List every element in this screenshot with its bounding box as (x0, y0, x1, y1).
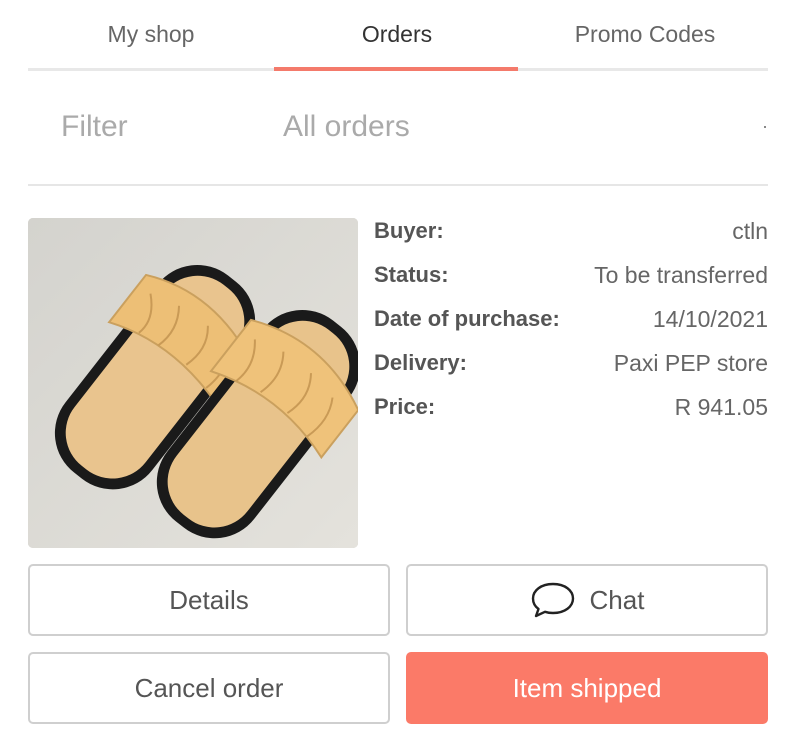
details-button-label: Details (169, 584, 249, 615)
tab-orders[interactable]: Orders (274, 0, 520, 68)
delivery-value: Paxi PEP store (613, 350, 768, 376)
details-button[interactable]: Details (28, 564, 390, 636)
chat-button-label: Chat (589, 584, 645, 615)
sandals-photo-icon (28, 218, 358, 548)
filter-dropdown[interactable]: All orders (283, 110, 410, 144)
cancel-order-button[interactable]: Cancel order (28, 652, 390, 724)
tab-my-shop[interactable]: My shop (28, 0, 274, 68)
tab-promo-codes[interactable]: Promo Codes (522, 0, 768, 68)
status-value: To be transferred (594, 262, 768, 288)
date-value: 14/10/2021 (652, 306, 768, 332)
item-shipped-label: Item shipped (512, 672, 662, 703)
info-row-delivery: Delivery: Paxi PEP store (374, 350, 768, 394)
price-label: Price: (374, 394, 436, 419)
delivery-label: Delivery: (374, 350, 467, 375)
product-image[interactable] (28, 218, 358, 548)
buyer-label: Buyer: (374, 218, 444, 243)
info-row-buyer: Buyer: ctln (374, 218, 768, 262)
dropdown-indicator-icon (764, 126, 766, 128)
order-info: Buyer: ctln Status: To be transferred Da… (374, 218, 768, 438)
cancel-order-label: Cancel order (134, 672, 284, 703)
filter-label: Filter (61, 110, 128, 143)
active-tab-indicator (274, 67, 518, 71)
price-value: R 941.05 (674, 394, 768, 420)
chat-button[interactable]: Chat (406, 564, 768, 636)
info-row-price: Price: R 941.05 (374, 394, 768, 438)
date-label: Date of purchase: (374, 306, 560, 331)
speech-bubble-icon (531, 582, 574, 618)
filter-row: Filter All orders (28, 72, 768, 184)
info-row-status: Status: To be transferred (374, 262, 768, 306)
divider (28, 184, 768, 186)
buyer-value: ctln (732, 218, 768, 244)
info-row-date: Date of purchase: 14/10/2021 (374, 306, 768, 350)
item-shipped-button[interactable]: Item shipped (406, 652, 768, 724)
status-label: Status: (374, 262, 449, 287)
tab-bar: My shop Orders Promo Codes (28, 0, 768, 72)
